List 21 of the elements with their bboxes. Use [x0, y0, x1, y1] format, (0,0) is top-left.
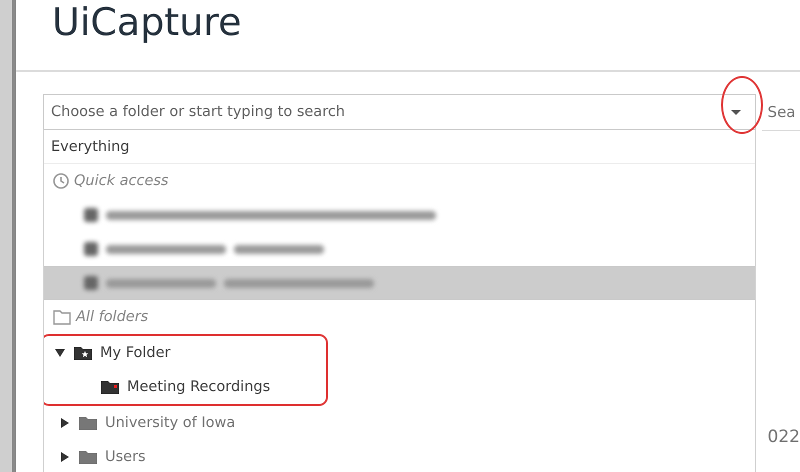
folder-icon: [79, 415, 97, 431]
date-text: 022: [768, 427, 800, 447]
folder-star-icon: [74, 345, 92, 361]
folder-tree-item[interactable]: Users: [105, 449, 146, 465]
triangle-right-icon[interactable]: [59, 417, 71, 429]
folder-tree-item[interactable]: My Folder: [100, 345, 171, 361]
app-title: UiCapture: [52, 0, 242, 44]
caret-icon: [730, 110, 741, 114]
search-input[interactable]: Choose a folder or start typing to search: [44, 104, 721, 120]
search-button[interactable]: Sea: [768, 94, 800, 130]
list-option[interactable]: Everything: [44, 130, 755, 164]
folder-search-field[interactable]: Choose a folder or start typing to search: [43, 94, 756, 130]
folder-icon: [79, 449, 97, 465]
triangle-down-icon[interactable]: [54, 347, 66, 359]
section-heading: All folders: [76, 309, 148, 325]
folder-tree-item[interactable]: University of Iowa: [105, 415, 236, 431]
clock-icon: [53, 173, 69, 189]
triangle-right-icon[interactable]: [59, 451, 71, 463]
section-heading: Quick access: [74, 173, 168, 189]
folder-tree-item[interactable]: Meeting Recordings: [127, 379, 270, 395]
folder-outline-icon: [53, 309, 71, 325]
